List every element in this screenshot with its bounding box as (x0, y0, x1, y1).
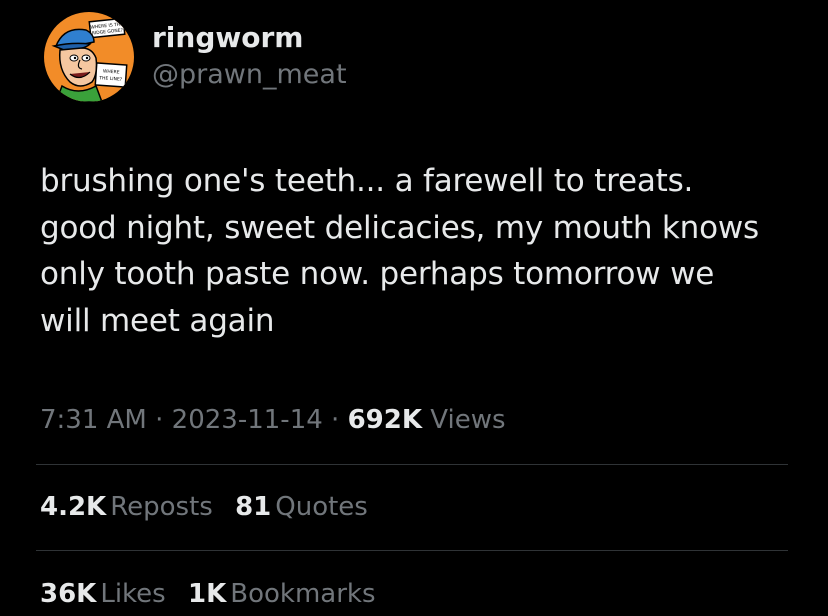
likes-label: Likes (100, 579, 166, 609)
author-names: ringworm @prawn_meat (152, 20, 347, 94)
quotes-count: 81 (235, 492, 272, 522)
reposts-stat[interactable]: 4.2K Reposts (40, 487, 213, 527)
meta-separator: · (155, 405, 164, 435)
tweet-time[interactable]: 7:31 AM (40, 405, 147, 435)
cartoon-face-icon: WHERE IS THE RIDGE GONE? WHERE THE LINE? (44, 12, 134, 102)
views-label: Views (430, 405, 506, 435)
avatar[interactable]: WHERE IS THE RIDGE GONE? WHERE THE LINE? (44, 12, 134, 102)
tweet-meta: 7:31 AM · 2023-11-14 · 692K Views (40, 400, 506, 440)
display-name[interactable]: ringworm (152, 20, 347, 56)
stats-row-reposts-quotes: 4.2K Reposts 81 Quotes (40, 487, 382, 527)
quotes-label: Quotes (275, 492, 368, 522)
views-count: 692K (347, 405, 422, 435)
quotes-stat[interactable]: 81 Quotes (235, 487, 368, 527)
divider (36, 464, 788, 465)
divider (36, 550, 788, 551)
bookmarks-stat[interactable]: 1K Bookmarks (188, 574, 376, 614)
bookmarks-count: 1K (188, 579, 227, 609)
avatar-sign-bottom-line1: WHERE (103, 68, 120, 75)
tweet-header: WHERE IS THE RIDGE GONE? WHERE THE LINE? (44, 12, 347, 102)
meta-separator: · (331, 405, 340, 435)
bookmarks-label: Bookmarks (230, 579, 376, 609)
reposts-count: 4.2K (40, 492, 107, 522)
likes-count: 36K (40, 579, 97, 609)
tweet-date[interactable]: 2023-11-14 (172, 405, 323, 435)
likes-stat[interactable]: 36K Likes (40, 574, 166, 614)
reposts-label: Reposts (110, 492, 213, 522)
stats-row-likes-bookmarks: 36K Likes 1K Bookmarks (40, 574, 390, 614)
tweet-text: brushing one's teeth... a farewell to tr… (40, 163, 759, 339)
user-handle[interactable]: @prawn_meat (152, 56, 347, 94)
